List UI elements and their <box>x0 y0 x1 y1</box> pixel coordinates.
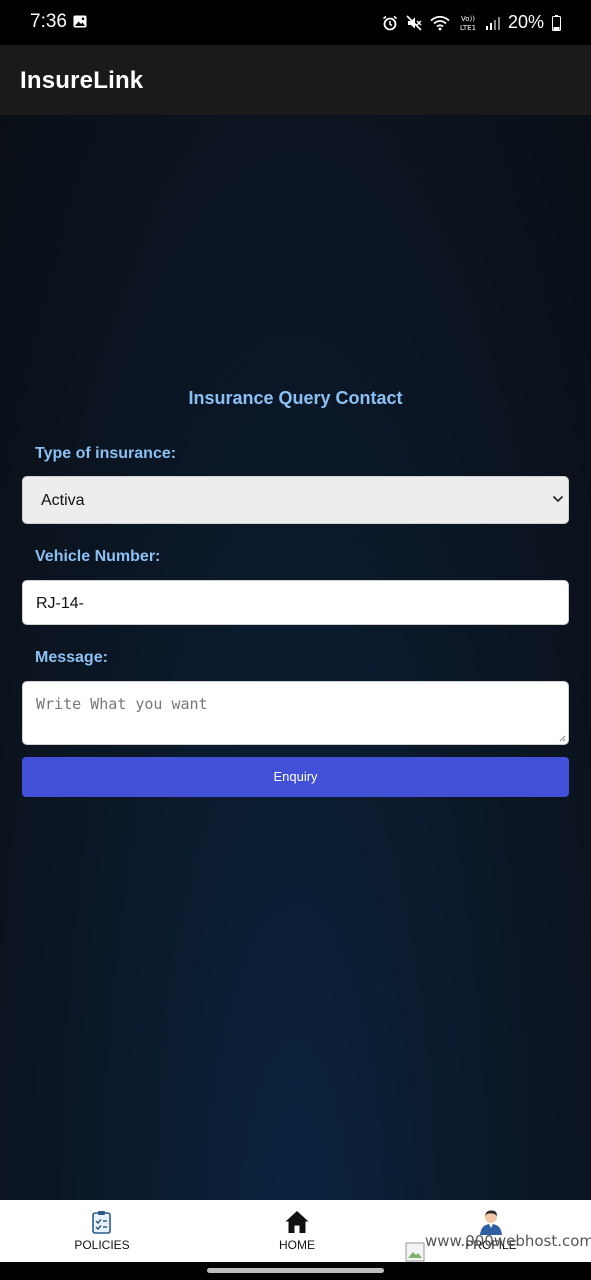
home-indicator[interactable] <box>207 1268 384 1273</box>
resize-handle-icon[interactable] <box>558 734 566 742</box>
insurance-type-value: Activa <box>41 492 85 509</box>
alarm-icon <box>382 15 397 30</box>
battery-icon <box>552 14 561 31</box>
vehicle-number-input[interactable]: RJ-14- <box>22 580 569 625</box>
clipboard-check-icon <box>92 1211 111 1234</box>
message-textarea[interactable]: Write What you want <box>22 681 569 745</box>
svg-text:Vo)): Vo)) <box>461 15 475 23</box>
signal-icon <box>485 16 500 30</box>
gallery-icon <box>73 15 87 28</box>
status-bar: 7:36 Vo)) LTE1 20% <box>0 0 591 45</box>
status-icons: Vo)) LTE1 20% <box>382 12 561 33</box>
nav-label-home: HOME <box>279 1238 315 1252</box>
gesture-bar <box>0 1262 591 1280</box>
chevron-down-icon <box>552 495 564 503</box>
message-placeholder: Write What you want <box>36 695 208 713</box>
volte-icon: Vo)) LTE1 <box>460 15 476 32</box>
bottom-nav: POLICIES HOME PROFILE www.000webhost.com <box>0 1200 591 1262</box>
nav-item-profile[interactable]: PROFILE <box>426 1200 556 1262</box>
vehicle-number-value: RJ-14- <box>36 595 85 612</box>
wifi-icon <box>430 15 450 30</box>
mute-icon <box>406 14 422 31</box>
insurance-type-select[interactable]: Activa <box>22 476 569 524</box>
form-title: Insurance Query Contact <box>188 388 403 408</box>
status-time: 7:36 <box>30 11 67 32</box>
app-title: InsureLink <box>20 67 144 94</box>
hosting-watermark[interactable]: www.000webhost.com <box>425 1232 591 1250</box>
svg-text:LTE1: LTE1 <box>460 24 476 32</box>
message-label: Message: <box>35 649 108 666</box>
enquiry-button[interactable]: Enquiry <box>22 757 569 797</box>
home-icon <box>285 1211 309 1233</box>
screen: 7:36 Vo)) LTE1 20% InsureLink Insurance … <box>0 0 591 1280</box>
broken-image-icon <box>405 1242 425 1262</box>
nav-label-policies: POLICIES <box>74 1238 130 1252</box>
nav-item-home[interactable]: HOME <box>232 1200 362 1262</box>
content-area: Insurance Query Contact Type of insuranc… <box>0 115 591 1200</box>
insurance-type-label: Type of insurance: <box>35 445 177 462</box>
nav-item-policies[interactable]: POLICIES <box>37 1200 167 1262</box>
battery-percentage: 20% <box>507 12 544 32</box>
app-bar: InsureLink <box>0 45 591 115</box>
vehicle-number-label: Vehicle Number: <box>35 548 161 565</box>
